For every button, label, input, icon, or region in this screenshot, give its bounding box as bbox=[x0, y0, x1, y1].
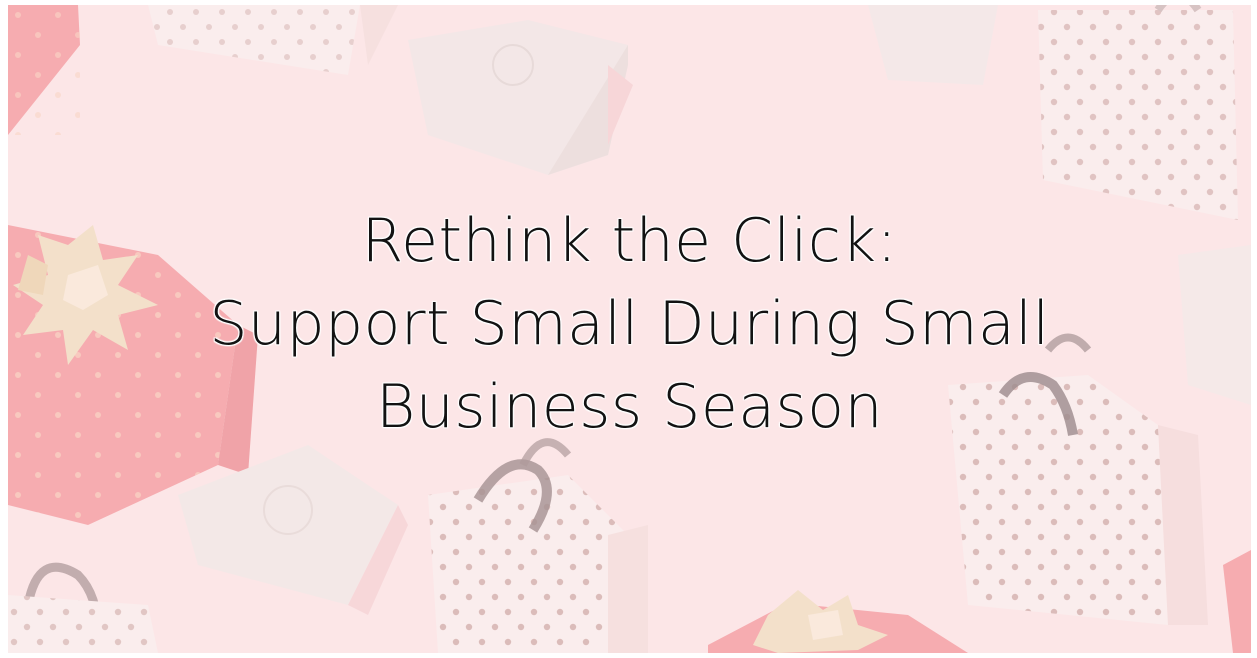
hero-banner: Rethink the Click: Support Small During … bbox=[8, 5, 1251, 653]
headline-line-1: Rethink the Click: bbox=[361, 206, 898, 276]
headline-line-3: Business Season bbox=[375, 372, 884, 442]
headline: Rethink the Click: Support Small During … bbox=[8, 200, 1251, 449]
headline-line-2: Support Small During Small bbox=[209, 289, 1050, 359]
